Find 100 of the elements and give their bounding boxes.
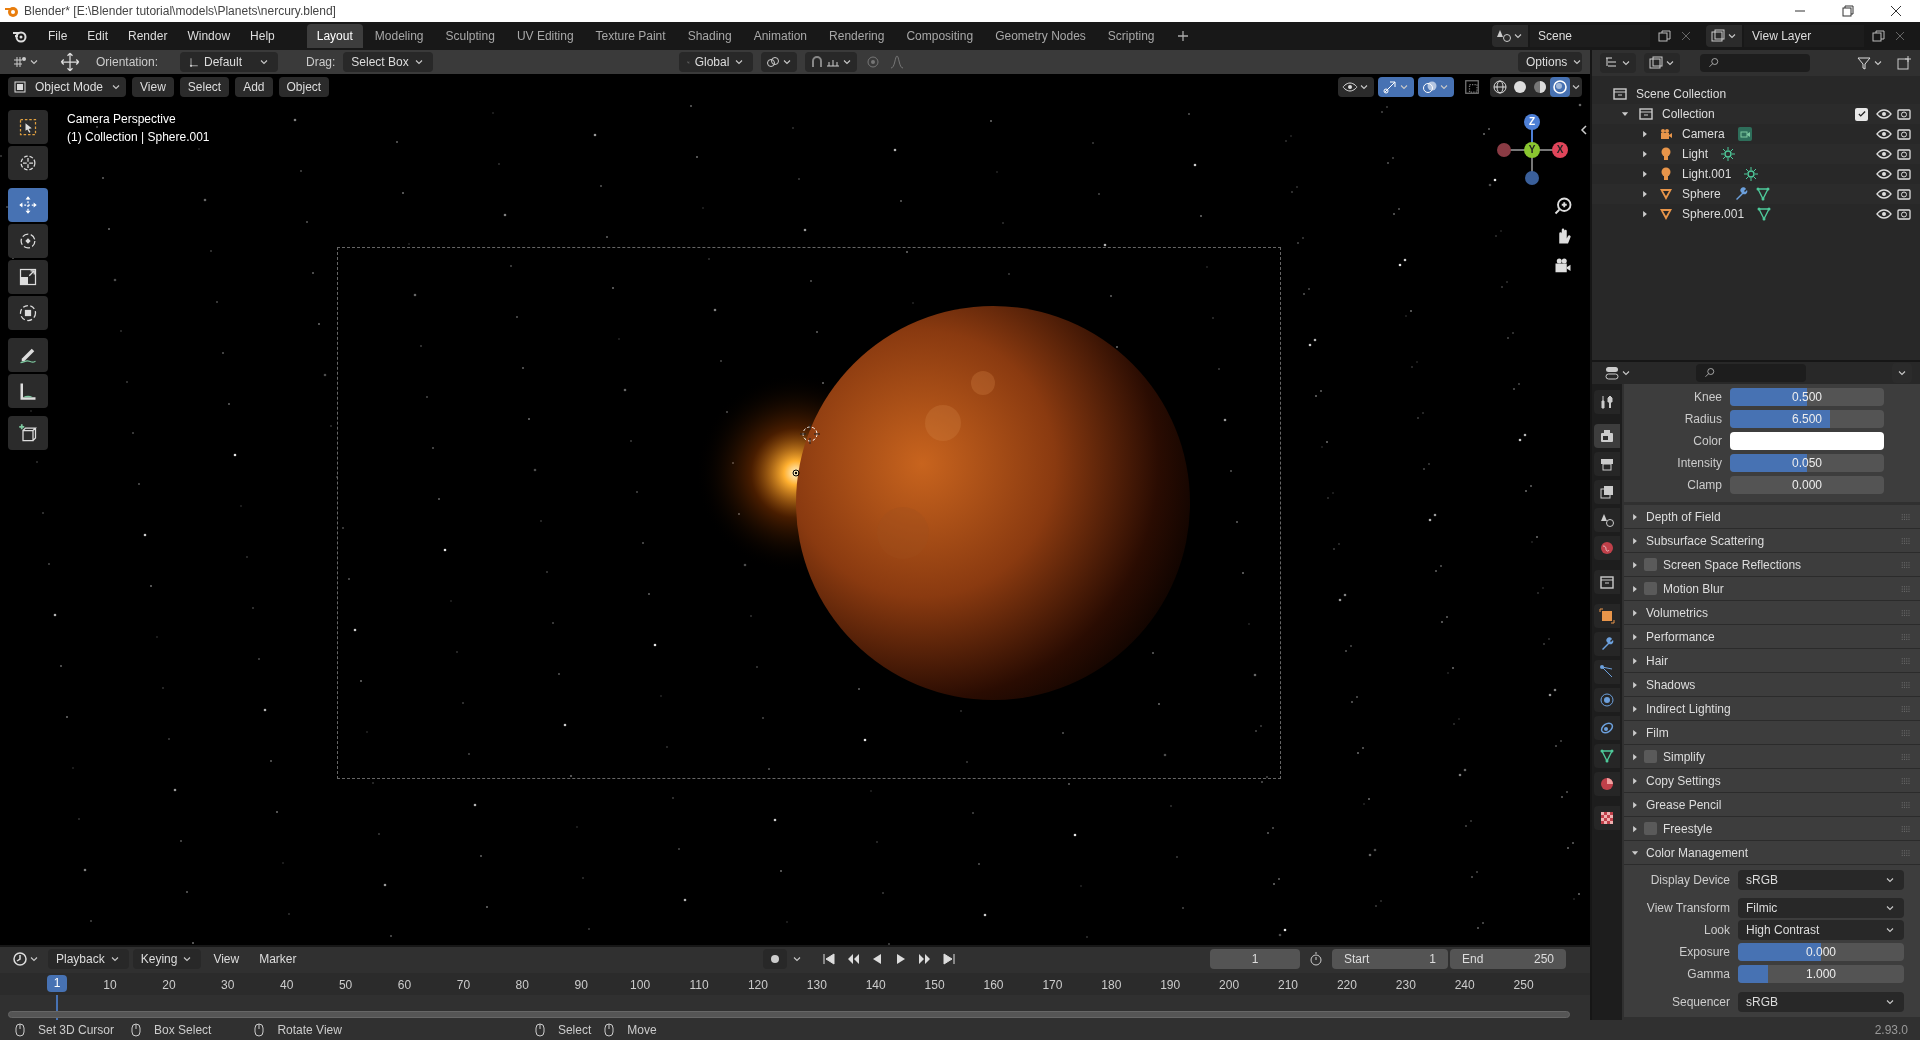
tool-button[interactable] xyxy=(8,110,48,144)
dropdown[interactable]: sRGB xyxy=(1738,870,1904,890)
workspace-tab[interactable]: Rendering xyxy=(819,24,895,48)
workspace-tab[interactable]: Shading xyxy=(677,24,742,48)
menu-item[interactable]: Keying xyxy=(132,949,202,969)
eye-icon[interactable] xyxy=(1876,166,1892,182)
dropdown[interactable]: Select Box xyxy=(343,52,434,72)
menu-item[interactable]: Window xyxy=(179,25,239,47)
copy-icon[interactable] xyxy=(1656,28,1672,44)
xray-icon[interactable] xyxy=(1462,77,1482,97)
menu-item[interactable]: View xyxy=(205,949,248,969)
slider[interactable]: 0.000 xyxy=(1730,476,1884,494)
dropdown[interactable]: High Contrast xyxy=(1738,920,1904,940)
slider[interactable]: 0.000 xyxy=(1738,943,1904,961)
properties-tab[interactable] xyxy=(1594,424,1620,448)
sun-icon[interactable] xyxy=(1743,166,1760,182)
frame-range-field[interactable]: End 250 xyxy=(1450,949,1566,969)
camera-icon[interactable] xyxy=(1896,166,1912,182)
menu-item[interactable]: Marker xyxy=(251,949,305,969)
tool-button[interactable] xyxy=(8,146,48,180)
menu-item[interactable]: Select xyxy=(179,77,230,97)
properties-tab[interactable] xyxy=(1594,508,1620,532)
tool-button[interactable] xyxy=(8,296,48,330)
tree-item[interactable]: Collection xyxy=(1662,105,1855,123)
menu-item[interactable]: Help xyxy=(242,25,283,47)
name-field[interactable]: Scene xyxy=(1530,25,1650,47)
scene-type-dropdown[interactable] xyxy=(1492,25,1528,47)
vertex-triangle-icon[interactable] xyxy=(1756,206,1773,222)
checkbox[interactable] xyxy=(1644,750,1657,763)
properties-tab[interactable] xyxy=(1594,744,1620,768)
properties-tab[interactable] xyxy=(1594,452,1620,476)
checkbox[interactable] xyxy=(1644,582,1657,595)
dropdown[interactable]: Options xyxy=(1518,52,1582,72)
camera-icon[interactable] xyxy=(1896,106,1912,122)
zoom-icon[interactable] xyxy=(1553,196,1573,216)
properties-tab[interactable] xyxy=(1594,480,1620,504)
properties-tab[interactable] xyxy=(1594,716,1620,740)
properties-tab[interactable] xyxy=(1594,536,1620,560)
workspace-tab[interactable]: Texture Paint xyxy=(585,24,676,48)
menu-item[interactable]: Add xyxy=(235,77,273,97)
camera-icon[interactable] xyxy=(1896,126,1912,142)
slider[interactable]: 1.000 xyxy=(1738,965,1904,983)
color-swatch[interactable] xyxy=(1730,432,1884,450)
workspace-tab[interactable]: Scripting xyxy=(1097,24,1165,48)
slider[interactable]: 0.500 xyxy=(1730,388,1884,406)
display-mode-dropdown[interactable] xyxy=(1644,53,1680,73)
search-field[interactable] xyxy=(1696,364,1806,382)
menu-item[interactable]: Playback xyxy=(48,949,129,969)
workspace-tab[interactable]: Layout xyxy=(306,24,363,48)
tool-button[interactable] xyxy=(8,260,48,294)
tool-button[interactable] xyxy=(8,224,48,258)
camera-icon[interactable] xyxy=(1896,146,1912,162)
tool-button[interactable] xyxy=(8,338,48,372)
eye-icon[interactable] xyxy=(1876,186,1892,202)
camera-icon[interactable] xyxy=(1896,186,1912,202)
dropdown[interactable]: Filmic xyxy=(1738,898,1904,918)
slider[interactable]: 0.050 xyxy=(1730,454,1884,472)
workspace-tab[interactable]: Sculpting xyxy=(435,24,505,48)
dropdown[interactable]: sRGB xyxy=(1738,992,1904,1012)
tree-item[interactable]: Camera xyxy=(1682,125,1725,143)
workspace-tab[interactable]: Geometry Nodes xyxy=(985,24,1096,48)
menu-item[interactable]: Edit xyxy=(79,25,117,47)
workspace-tab[interactable]: Modeling xyxy=(364,24,434,48)
properties-tab[interactable] xyxy=(1594,604,1620,628)
editor-type-dropdown[interactable] xyxy=(1600,53,1636,73)
tree-item[interactable]: Sphere.001 xyxy=(1682,205,1745,223)
properties-tab[interactable] xyxy=(1594,570,1620,594)
frame-range-field[interactable]: Start 1 xyxy=(1332,949,1448,969)
close-icon[interactable] xyxy=(1888,3,1904,19)
menu-item[interactable]: Object xyxy=(278,77,330,97)
stopwatch-icon[interactable] xyxy=(1308,951,1324,967)
checkbox[interactable] xyxy=(1855,107,1868,121)
tool-button[interactable] xyxy=(8,374,48,408)
tree-item[interactable]: Light xyxy=(1682,145,1709,163)
axis-handle[interactable]: Y xyxy=(1524,142,1540,158)
tool-button[interactable] xyxy=(8,416,48,450)
scene-type-dropdown[interactable] xyxy=(1706,25,1742,47)
properties-tab[interactable] xyxy=(1594,806,1620,830)
axis-handle[interactable]: X xyxy=(1552,142,1568,158)
workspace-tab[interactable]: Compositing xyxy=(896,24,984,48)
slider[interactable]: 6.500 xyxy=(1730,410,1884,428)
menu-item[interactable]: View xyxy=(132,77,174,97)
eye-pointer-dropdown[interactable] xyxy=(1338,77,1374,97)
tree-item[interactable]: Sphere xyxy=(1682,185,1721,203)
properties-tab[interactable] xyxy=(1594,632,1620,656)
tree-item[interactable]: Scene Collection xyxy=(1636,85,1727,103)
next-keyframe-icon[interactable] xyxy=(916,951,933,967)
properties-tab[interactable] xyxy=(1594,660,1620,684)
search-field[interactable] xyxy=(1700,54,1810,72)
axis-handle[interactable]: Z xyxy=(1524,114,1540,130)
workspace-tab[interactable]: UV Editing xyxy=(506,24,584,48)
new-collection-icon[interactable] xyxy=(1896,55,1912,71)
shading-mode-button[interactable] xyxy=(1490,77,1510,97)
vertex-triangle-icon[interactable] xyxy=(1754,186,1771,202)
snap-dropdown[interactable] xyxy=(805,52,858,72)
gizmo-arrows-dropdown[interactable] xyxy=(1378,77,1414,97)
current-frame-marker[interactable]: 1 xyxy=(47,975,67,992)
dropdown[interactable]: Global xyxy=(679,52,754,72)
copy-icon[interactable] xyxy=(1870,28,1886,44)
jump-start-icon[interactable] xyxy=(820,951,837,967)
